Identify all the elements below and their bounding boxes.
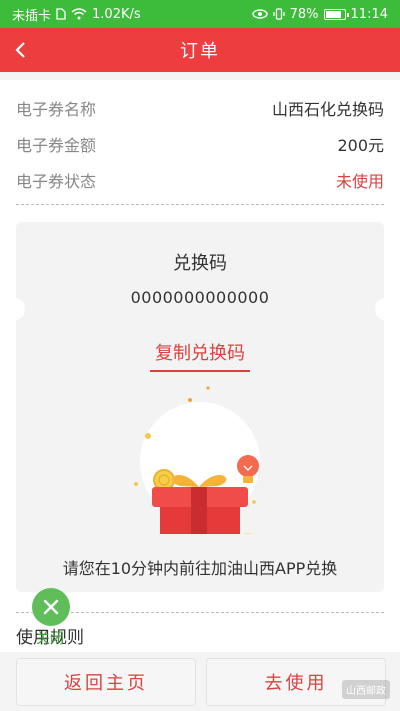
battery-percent: 78% xyxy=(289,6,319,22)
status-bar: 未插卡 1.02K/s 78% 11:14 xyxy=(0,0,400,28)
sim-icon xyxy=(56,8,66,20)
code-title: 兑换码 xyxy=(173,253,227,274)
wifi-icon xyxy=(71,8,87,20)
voucher-status-value: 未使用 xyxy=(335,172,384,191)
voucher-amount-value: 200元 xyxy=(337,136,384,155)
page-title: 订单 xyxy=(180,41,220,62)
voucher-status-label: 电子券状态 xyxy=(16,172,97,191)
chevron-left-icon xyxy=(15,42,25,58)
status-right: 78% 11:14 xyxy=(251,6,388,22)
carrier-text: 未插卡 xyxy=(12,8,52,24)
ticket-notch-left xyxy=(7,298,25,320)
redeem-instruction: 请您在10分钟内前往加油山西APP兑换 xyxy=(62,559,338,578)
close-button[interactable] xyxy=(32,588,70,626)
info-row-name: 电子券名称 山西石化兑换码 xyxy=(16,90,384,126)
vibrate-icon xyxy=(273,8,285,20)
redeem-code-value: 0000000000000 xyxy=(130,288,270,307)
close-label[interactable]: 关闭 xyxy=(36,628,64,648)
network-speed: 1.02K/s xyxy=(92,6,141,22)
status-left: 未插卡 1.02K/s xyxy=(12,5,141,24)
watermark: 山西邮政 xyxy=(342,680,390,699)
voucher-amount-label: 电子券金额 xyxy=(16,136,97,155)
divider xyxy=(16,204,384,205)
clock: 11:14 xyxy=(350,6,388,22)
gift-illustration xyxy=(134,386,260,534)
order-detail-card: 电子券名称 山西石化兑换码 电子券金额 200元 电子券状态 未使用 兑换码 0… xyxy=(0,80,400,652)
voucher-name-value: 山西石化兑换码 xyxy=(271,100,384,119)
ticket-notch-right xyxy=(375,298,393,320)
close-icon xyxy=(43,599,59,615)
back-home-button[interactable]: 返回主页 xyxy=(16,658,196,706)
battery-icon xyxy=(323,8,349,20)
eye-icon xyxy=(251,9,268,19)
info-row-status: 电子券状态 未使用 xyxy=(16,162,384,198)
back-button[interactable] xyxy=(14,28,44,72)
voucher-name-label: 电子券名称 xyxy=(16,100,97,119)
info-row-amount: 电子券金额 200元 xyxy=(16,126,384,162)
redeem-code-panel: 兑换码 0000000000000 复制兑换码 请您在10分钟内前往加油山西AP… xyxy=(16,222,384,592)
app-header: 订单 xyxy=(0,28,400,72)
divider xyxy=(16,612,384,613)
copy-code-button[interactable]: 复制兑换码 xyxy=(150,338,250,372)
bottom-action-bar: 返回主页 去使用 山西邮政 xyxy=(0,652,400,711)
